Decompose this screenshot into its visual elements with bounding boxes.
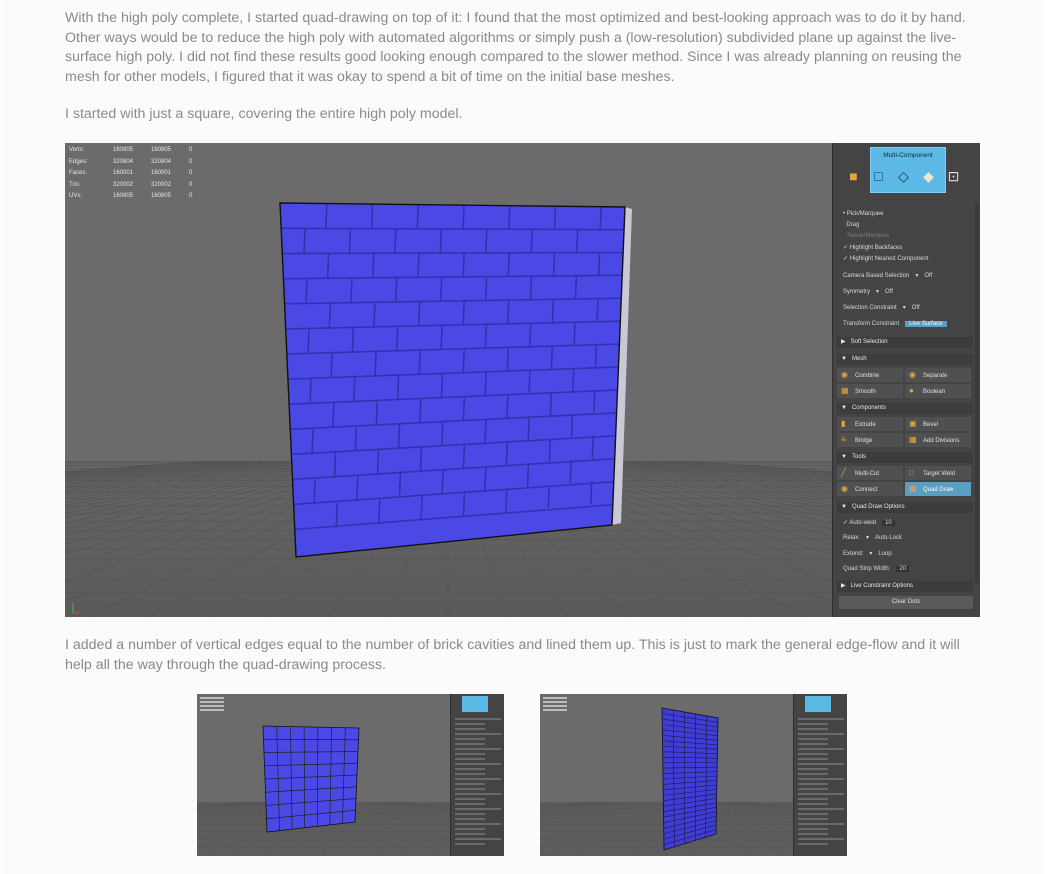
thumbnail-hud <box>200 697 224 713</box>
vertex-icon[interactable]: □ <box>869 167 888 185</box>
paragraph-vertical-edges: I added a number of vertical edges equal… <box>65 637 960 673</box>
highlight-backfaces-checkbox[interactable]: ✓ Highlight Backfaces <box>843 243 902 253</box>
soft-selection-section[interactable]: ▶ Soft Selection <box>837 337 973 348</box>
target-weld-button[interactable]: □ Target Weld <box>905 466 971 480</box>
connect-button[interactable]: ◉ Connect <box>837 482 903 496</box>
add-divisions-icon: ▦ <box>909 435 917 444</box>
face-icon[interactable]: ◆ <box>919 167 938 185</box>
paragraph-intro: With the high poly complete, I started q… <box>65 10 966 85</box>
drag-option[interactable]: Drag <box>843 220 859 230</box>
highlight-nearest-checkbox[interactable]: ✓ Highlight Nearest Component <box>843 254 928 264</box>
tweak-marquee-option[interactable]: Tweak/Marquee <box>843 231 889 241</box>
thumbnail-side-view[interactable] <box>540 694 847 856</box>
combine-icon: ◉ <box>841 370 848 379</box>
brick-wall-mesh[interactable] <box>265 202 645 558</box>
relax-dropdown[interactable]: Relax: ▾ Auto-Lock <box>843 533 902 543</box>
transform-constraint-dropdown[interactable]: Transform Constraint Live Surface <box>843 319 947 329</box>
quad-draw-icon: ▦ <box>909 484 917 493</box>
selection-constraint-dropdown[interactable]: Selection Constraint ▾ Off <box>843 303 920 313</box>
combine-button[interactable]: ◉ Combine <box>837 368 903 382</box>
boolean-icon: ● <box>909 386 914 395</box>
thumbnail-vertical-edges[interactable] <box>197 694 504 856</box>
components-section[interactable]: ▼ Components <box>837 403 973 414</box>
extrude-button[interactable]: ▮ Extrude <box>837 417 903 431</box>
bridge-icon: ≡ <box>841 435 846 444</box>
multi-cut-icon: ╱ <box>841 468 846 477</box>
clear-dots-button[interactable]: Clear Dots <box>839 596 973 609</box>
connect-icon: ◉ <box>841 484 848 493</box>
extrude-icon: ▮ <box>841 419 846 428</box>
bevel-icon: ▣ <box>909 419 917 428</box>
thumbnail-hud <box>543 697 567 713</box>
live-constraint-options-section[interactable]: ▶ Live Constraint Options <box>837 581 973 592</box>
object-cube-icon[interactable]: ■ <box>844 167 863 185</box>
quad-strip-width-field[interactable]: Quad Strip Width: 20 <box>843 564 910 574</box>
auto-weld-checkbox[interactable]: ✓ Auto-weld 10 <box>843 518 895 528</box>
boolean-button[interactable]: ● Boolean <box>905 384 971 398</box>
article-page: With the high poly complete, I started q… <box>3 0 1043 874</box>
extend-dropdown[interactable]: Extend: ▾ Loop <box>843 549 892 559</box>
camera-based-selection-dropdown[interactable]: Camera Based Selection ▾ Off <box>843 271 932 281</box>
target-weld-icon: □ <box>909 468 914 477</box>
multi-cut-button[interactable]: ╱ Multi-Cut <box>837 466 903 480</box>
mesh-section[interactable]: ▼ Mesh <box>837 354 973 365</box>
bridge-button[interactable]: ≡ Bridge <box>837 433 903 447</box>
poly-count-hud: Verts: 160805 160805 0 Edges: 320804 320804 0 … <box>69 147 193 200</box>
bevel-button[interactable]: ▣ Bevel <box>905 417 971 431</box>
add-divisions-button[interactable]: ▦ Add Divisions <box>905 433 971 447</box>
panel-scrollbar[interactable] <box>975 203 979 583</box>
edge-icon[interactable]: ◇ <box>894 167 913 185</box>
separate-icon: ◉ <box>909 370 916 379</box>
smooth-button[interactable]: ▦ Smooth <box>837 384 903 398</box>
tools-section[interactable]: ▼ Tools <box>837 452 973 463</box>
symmetry-dropdown[interactable]: Symmetry ▾ Off <box>843 287 893 297</box>
thumbnail-toolkit-panel <box>793 694 847 856</box>
pick-marquee-option[interactable]: • Pick/Marquee <box>843 209 883 219</box>
paragraph-square: I started with just a square, covering t… <box>65 106 463 122</box>
thumbnail-toolkit-panel <box>450 694 504 856</box>
quad-draw-options-section[interactable]: ▼ Quad Draw Options <box>837 502 973 513</box>
modeling-toolkit-panel: Multi-Component ■ □ ◇ ◆ ⊡ • Pick/Marquee… <box>832 143 980 617</box>
separate-button[interactable]: ◉ Separate <box>905 368 971 382</box>
smooth-icon: ▦ <box>841 386 849 395</box>
quad-draw-button[interactable]: ▦ Quad Draw <box>905 482 971 496</box>
uv-icon[interactable]: ⊡ <box>944 167 963 185</box>
maya-viewport-screenshot: Verts: 160805 160805 0 Edges: 320804 320804 0 … <box>65 143 980 617</box>
